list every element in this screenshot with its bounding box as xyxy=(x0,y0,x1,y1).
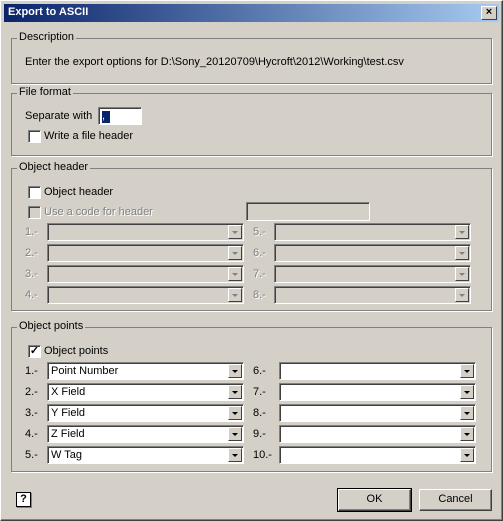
header-field-label: 2.- xyxy=(25,247,38,259)
title-bar: Export to ASCII × xyxy=(4,4,499,22)
ok-button[interactable]: OK xyxy=(337,488,412,512)
file-header-label: Write a file header xyxy=(44,130,134,142)
point-field-combo[interactable] xyxy=(279,425,476,443)
point-field-value: X Field xyxy=(51,386,86,398)
chevron-down-icon[interactable] xyxy=(228,406,242,420)
chevron-down-icon[interactable] xyxy=(460,448,474,462)
header-field-combo[interactable] xyxy=(274,286,471,304)
point-field-label: 2.- xyxy=(25,386,38,398)
header-field-label: 3.- xyxy=(25,268,38,280)
point-field-value: Y Field xyxy=(51,407,86,419)
header-field-label: 8.- xyxy=(253,289,266,301)
header-field-label: 1.- xyxy=(25,226,38,238)
point-field-combo[interactable] xyxy=(279,383,476,401)
chevron-down-icon[interactable] xyxy=(460,427,474,441)
point-field-label: 3.- xyxy=(25,407,38,419)
header-field-label: 4.- xyxy=(25,289,38,301)
chevron-down-icon[interactable] xyxy=(460,385,474,399)
separator-input[interactable]: , xyxy=(98,107,142,125)
cancel-button[interactable]: Cancel xyxy=(419,489,492,511)
point-field-value: Point Number xyxy=(51,365,119,377)
point-field-label: 5.- xyxy=(25,449,38,461)
header-field-combo[interactable] xyxy=(47,286,244,304)
header-field-combo[interactable] xyxy=(47,244,244,262)
use-code-label: Use a code for header xyxy=(44,206,153,218)
header-field-label: 6.- xyxy=(253,247,266,259)
chevron-down-icon[interactable] xyxy=(228,267,242,281)
point-field-label: 8.- xyxy=(253,407,266,419)
chevron-down-icon[interactable] xyxy=(455,267,469,281)
point-field-combo[interactable]: Z Field xyxy=(47,425,244,443)
export-dialog: Export to ASCII × Description Enter the … xyxy=(0,0,503,521)
object-points-checkbox-label: Object points xyxy=(44,345,109,357)
object-points-group: Object points ✓ Object points 1.- Point … xyxy=(11,320,492,472)
object-header-group: Object header Object header Use a code f… xyxy=(11,161,492,311)
chevron-down-icon[interactable] xyxy=(460,406,474,420)
header-field-combo[interactable] xyxy=(47,265,244,283)
point-field-value: Z Field xyxy=(51,428,85,440)
chevron-down-icon[interactable] xyxy=(228,427,242,441)
object-header-legend: Object header xyxy=(17,161,91,174)
chevron-down-icon[interactable] xyxy=(455,225,469,239)
header-field-combo[interactable] xyxy=(274,244,471,262)
point-field-combo[interactable]: Y Field xyxy=(47,404,244,422)
chevron-down-icon[interactable] xyxy=(460,364,474,378)
close-icon[interactable]: × xyxy=(481,6,497,20)
window-title: Export to ASCII xyxy=(8,6,89,18)
point-field-combo[interactable] xyxy=(279,362,476,380)
point-field-value: W Tag xyxy=(51,449,82,461)
point-field-label: 1.- xyxy=(25,365,38,377)
help-icon[interactable]: ? xyxy=(16,492,31,507)
object-header-checkbox-label: Object header xyxy=(44,186,114,198)
chevron-down-icon[interactable] xyxy=(228,288,242,302)
point-field-combo[interactable] xyxy=(279,446,476,464)
header-field-combo[interactable] xyxy=(274,223,471,241)
header-field-combo[interactable] xyxy=(274,265,471,283)
separate-with-label: Separate with xyxy=(25,110,93,122)
use-code-checkbox[interactable] xyxy=(28,206,41,219)
point-field-label: 9.- xyxy=(253,428,266,440)
header-field-combo[interactable] xyxy=(47,223,244,241)
chevron-down-icon[interactable] xyxy=(228,246,242,260)
chevron-down-icon[interactable] xyxy=(228,448,242,462)
object-header-checkbox[interactable] xyxy=(28,186,41,199)
object-points-legend: Object points xyxy=(17,320,86,333)
point-field-label: 7.- xyxy=(253,386,266,398)
header-code-input[interactable] xyxy=(246,202,370,221)
chevron-down-icon[interactable] xyxy=(228,364,242,378)
description-text: Enter the export options for D:\Sony_201… xyxy=(25,56,404,68)
point-field-combo[interactable]: W Tag xyxy=(47,446,244,464)
point-field-combo[interactable]: X Field xyxy=(47,383,244,401)
chevron-down-icon[interactable] xyxy=(228,385,242,399)
file-format-legend: File format xyxy=(17,86,73,99)
file-format-group: File format Separate with , Write a file… xyxy=(11,86,492,156)
description-group: Description Enter the export options for… xyxy=(11,31,492,84)
file-header-checkbox[interactable] xyxy=(28,130,41,143)
point-field-label: 4.- xyxy=(25,428,38,440)
object-points-checkbox[interactable]: ✓ xyxy=(28,345,41,358)
separator-value: , xyxy=(102,111,110,123)
header-field-label: 5.- xyxy=(253,226,266,238)
chevron-down-icon[interactable] xyxy=(455,288,469,302)
chevron-down-icon[interactable] xyxy=(455,246,469,260)
point-field-combo[interactable] xyxy=(279,404,476,422)
point-field-combo[interactable]: Point Number xyxy=(47,362,244,380)
description-legend: Description xyxy=(17,31,77,44)
point-field-label: 6.- xyxy=(253,365,266,377)
header-field-label: 7.- xyxy=(253,268,266,280)
point-field-label: 10.- xyxy=(253,449,272,461)
chevron-down-icon[interactable] xyxy=(228,225,242,239)
